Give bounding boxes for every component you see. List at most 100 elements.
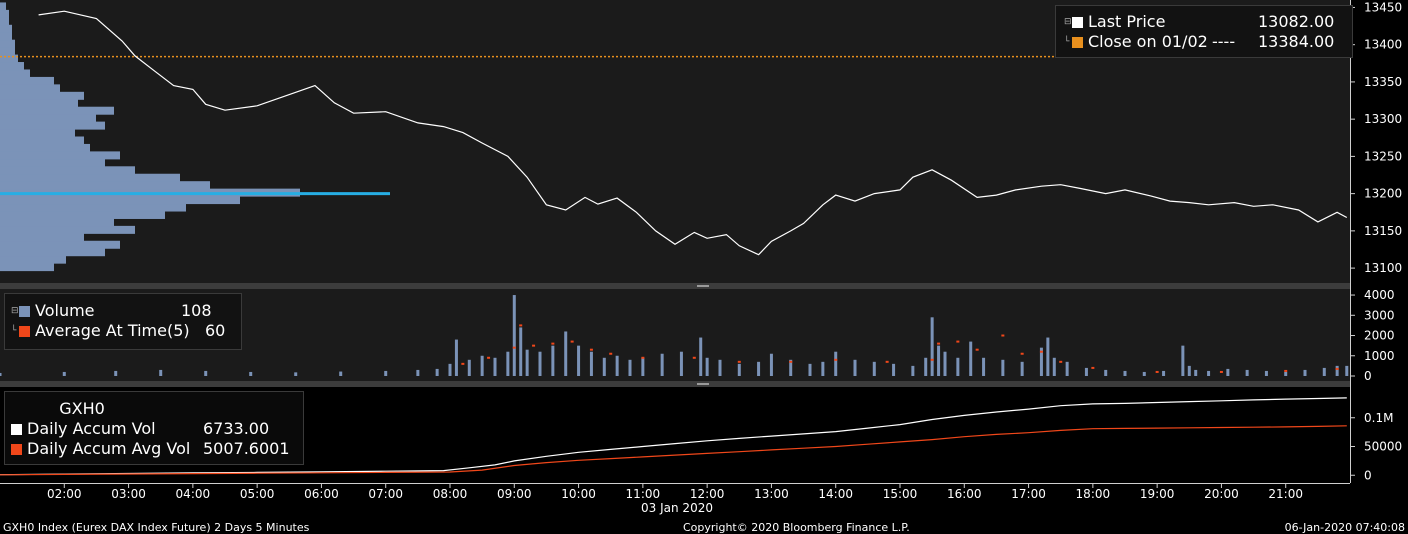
volume-bar bbox=[416, 369, 420, 376]
profile-bar bbox=[0, 203, 186, 212]
volume-bar bbox=[892, 363, 896, 376]
volume-bar bbox=[628, 359, 632, 376]
legend-value: 13082.00 bbox=[1258, 12, 1335, 31]
profile-bar bbox=[0, 39, 15, 48]
volume-bar bbox=[294, 372, 298, 376]
volume-bar bbox=[1322, 367, 1326, 376]
footer-center: Copyright© 2020 Bloomberg Finance L.P. bbox=[683, 521, 910, 534]
y-tick-label: 13200 bbox=[1364, 187, 1402, 201]
price-legend[interactable]: ⊟ Last Price 13082.00 └ Close on 01/02 -… bbox=[1055, 5, 1353, 58]
volume-bar bbox=[1001, 359, 1005, 376]
profile-bar bbox=[0, 225, 135, 234]
x-tick-label: 03:00 bbox=[111, 487, 146, 501]
average-marker bbox=[834, 358, 838, 361]
price-y-axis: 13100 13150 13200 13250 13300 13350 13400 13450 bbox=[1350, 0, 1402, 275]
average-marker bbox=[737, 360, 741, 363]
profile-bar bbox=[0, 240, 120, 249]
volume-bar bbox=[808, 363, 812, 376]
x-tick-label: 21:00 bbox=[1268, 487, 1303, 501]
volume-bar bbox=[1162, 370, 1166, 376]
legend-item-volume[interactable]: ⊟ Volume 108 bbox=[11, 301, 241, 321]
average-marker bbox=[487, 356, 491, 359]
y-tick-label: 13350 bbox=[1364, 75, 1402, 89]
volume-bar bbox=[1181, 345, 1185, 376]
red-swatch-icon bbox=[19, 325, 30, 337]
white-swatch-icon bbox=[11, 423, 22, 435]
profile-bar bbox=[0, 233, 84, 242]
volume-bar bbox=[943, 351, 947, 376]
profile-bar bbox=[0, 32, 12, 41]
legend-value: 13384.00 bbox=[1258, 32, 1335, 51]
average-marker bbox=[1335, 367, 1339, 370]
volume-bar bbox=[1335, 365, 1339, 376]
volume-legend[interactable]: ⊟ Volume 108 └ Average At Time(5) 60 bbox=[4, 293, 242, 350]
volume-bar bbox=[757, 361, 761, 376]
volume-bar bbox=[660, 353, 664, 376]
legend-item-last-price[interactable]: ⊟ Last Price 13082.00 bbox=[1064, 12, 1352, 32]
volume-bar bbox=[435, 368, 439, 376]
average-marker bbox=[789, 360, 793, 363]
y-tick-label: 13100 bbox=[1364, 261, 1402, 275]
profile-bar bbox=[0, 24, 12, 33]
volume-bar bbox=[454, 339, 458, 376]
y-tick-label: 13300 bbox=[1364, 112, 1402, 126]
blue-swatch-icon bbox=[19, 305, 30, 317]
profile-bar bbox=[0, 166, 135, 175]
footer-right: 06-Jan-2020 07:40:08 bbox=[1284, 521, 1405, 534]
collapse-icon[interactable]: ⊟ bbox=[11, 301, 19, 321]
volume-bar bbox=[506, 351, 510, 376]
profile-highlight-bar bbox=[0, 192, 390, 196]
volume-bar bbox=[969, 341, 973, 376]
average-marker bbox=[1219, 370, 1223, 373]
average-marker bbox=[1059, 360, 1063, 363]
volume-bar bbox=[551, 345, 555, 376]
volume-bar bbox=[1226, 368, 1230, 376]
volume-bar bbox=[924, 357, 928, 376]
volume-bar bbox=[62, 371, 66, 376]
x-tick-label: 18:00 bbox=[1076, 487, 1111, 501]
volume-bar bbox=[718, 359, 722, 376]
average-marker bbox=[1001, 334, 1005, 337]
volume-bar bbox=[1084, 367, 1088, 376]
average-marker bbox=[551, 342, 555, 345]
legend-item-average[interactable]: └ Average At Time(5) 60 bbox=[11, 321, 241, 341]
legend-item-accum-avg[interactable]: Daily Accum Avg Vol 5007.6001 bbox=[11, 439, 303, 459]
y-tick-label: 3000 bbox=[1364, 308, 1395, 322]
volume-bar bbox=[114, 370, 118, 376]
legend-item-close[interactable]: └ Close on 01/02 ---- 13384.00 bbox=[1064, 32, 1352, 52]
average-marker bbox=[975, 348, 979, 351]
volume-bar bbox=[512, 295, 516, 376]
y-tick-label: 2000 bbox=[1364, 329, 1395, 343]
average-marker bbox=[532, 344, 536, 347]
volume-bar bbox=[1052, 357, 1056, 376]
x-tick-label: 17:00 bbox=[1011, 487, 1046, 501]
legend-title: GXH0 bbox=[11, 399, 303, 419]
x-tick-label: 19:00 bbox=[1140, 487, 1175, 501]
average-marker bbox=[930, 358, 934, 361]
volume-bar bbox=[1345, 365, 1349, 376]
volume-bar bbox=[480, 355, 484, 376]
white-swatch-icon bbox=[1072, 16, 1083, 28]
volume-bar bbox=[737, 363, 741, 376]
x-tick-label: 10:00 bbox=[561, 487, 596, 501]
date-axis-label: 03 Jan 2020 bbox=[641, 501, 713, 515]
panel-divider-1[interactable] bbox=[0, 283, 1350, 289]
legend-item-accum-vol[interactable]: Daily Accum Vol 6733.00 bbox=[11, 419, 303, 439]
profile-bar bbox=[0, 99, 78, 108]
profile-bar bbox=[0, 114, 96, 123]
profile-bar bbox=[0, 76, 54, 85]
accum-legend[interactable]: GXH0 Daily Accum Vol 6733.00 Daily Accum… bbox=[4, 391, 304, 465]
volume-bar bbox=[538, 351, 542, 376]
volume-bar bbox=[384, 370, 388, 376]
legend-dashes: ---- bbox=[1212, 32, 1236, 51]
volume-y-axis: 0 1000 2000 3000 4000 bbox=[1350, 288, 1395, 383]
panel-divider-2[interactable] bbox=[0, 381, 1350, 387]
legend-value: 6733.00 bbox=[203, 419, 270, 438]
average-marker bbox=[1155, 370, 1159, 373]
volume-bar bbox=[615, 355, 619, 376]
collapse-icon[interactable]: ⊟ bbox=[1064, 12, 1072, 32]
accum-y-axis: 0 50000 0.1M bbox=[1350, 411, 1402, 482]
volume-bar bbox=[641, 357, 645, 376]
volume-bar bbox=[1194, 369, 1198, 376]
volume-bar bbox=[1264, 370, 1268, 376]
